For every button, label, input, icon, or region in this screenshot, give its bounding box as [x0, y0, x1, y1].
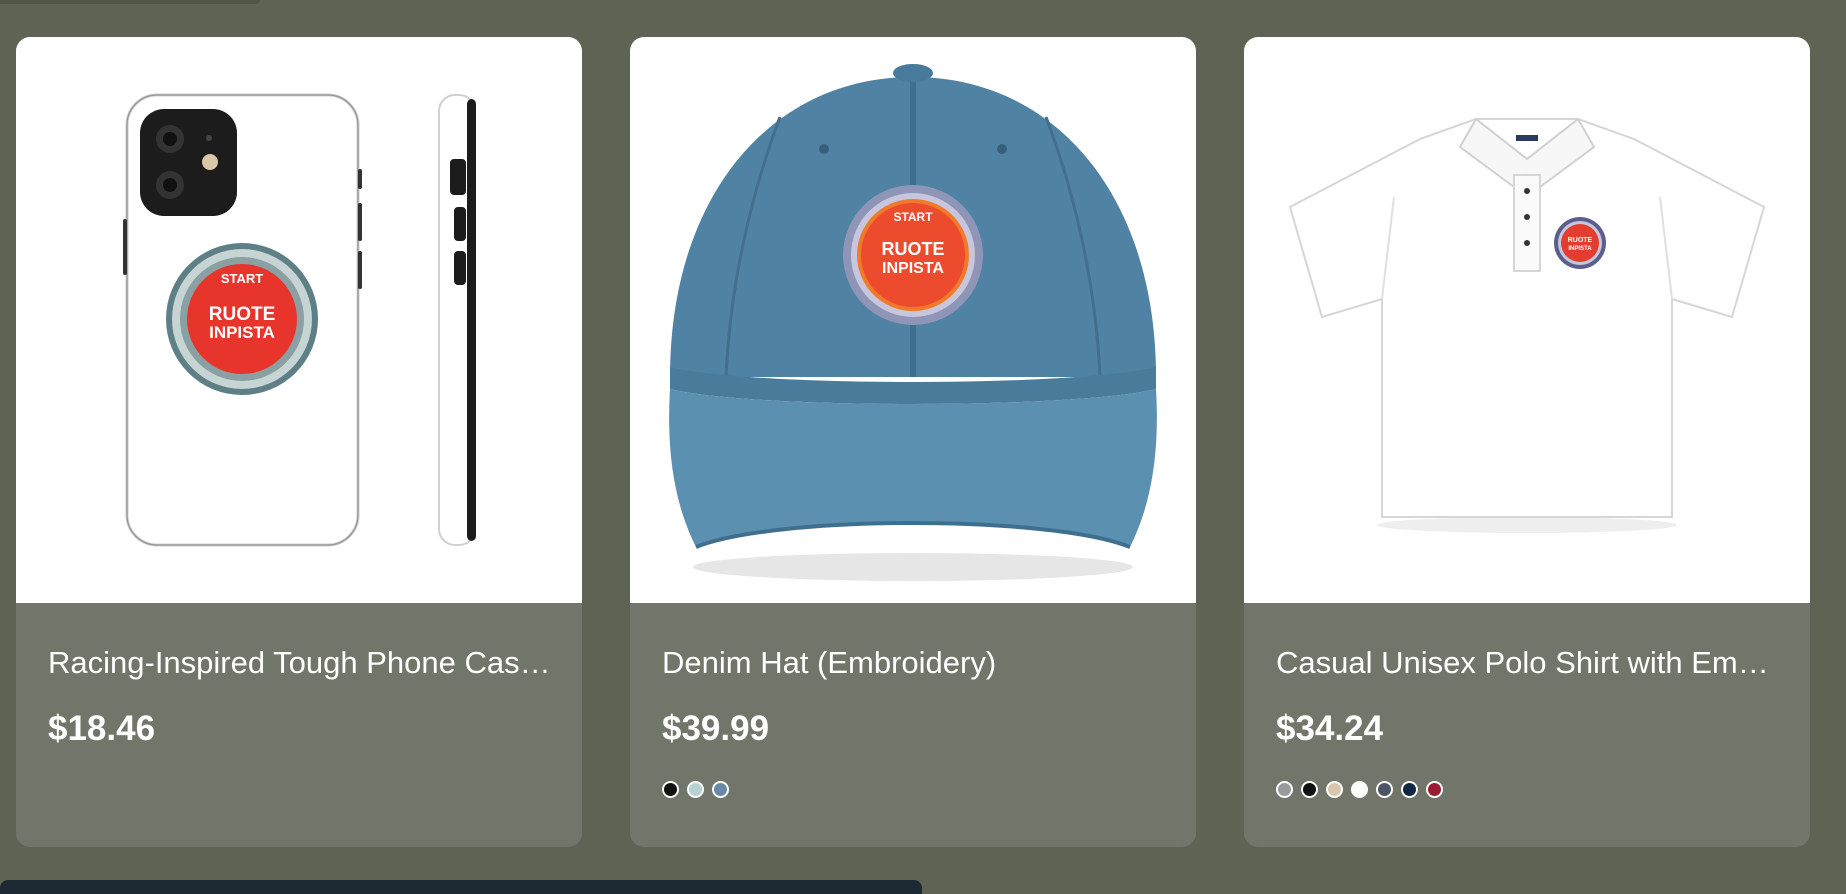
polo-shirt-image: RUOTE INPISTA — [1288, 117, 1766, 533]
badge-text-inpista: INPISTA — [209, 323, 275, 342]
color-swatches — [1276, 781, 1443, 798]
badge-text-start: START — [221, 271, 263, 286]
badge-text-inpista: INPISTA — [1568, 246, 1592, 252]
color-swatch[interactable] — [662, 781, 679, 798]
product-price: $34.24 — [1276, 709, 1384, 748]
product-title[interactable]: Denim Hat (Embroidery) — [662, 645, 1172, 681]
product-price: $39.99 — [662, 709, 770, 748]
color-swatch[interactable] — [1376, 781, 1393, 798]
color-swatches — [662, 781, 729, 798]
color-swatch[interactable] — [1401, 781, 1418, 798]
color-swatch[interactable] — [1426, 781, 1443, 798]
product-title[interactable]: Racing-Inspired Tough Phone Cas… — [48, 645, 558, 681]
product-card[interactable]: RUOTE INPISTA Casual Unisex Polo Shirt w… — [1244, 37, 1810, 847]
product-grid: START RUOTE INPISTA Racing-Inspired Toug… — [16, 37, 1810, 847]
product-price: $18.46 — [48, 709, 156, 748]
product-image[interactable]: RUOTE INPISTA — [1244, 37, 1810, 603]
product-image[interactable]: START RUOTE INPISTA — [16, 37, 582, 603]
color-swatch[interactable] — [1301, 781, 1318, 798]
color-swatch[interactable] — [1326, 781, 1343, 798]
color-swatch[interactable] — [1351, 781, 1368, 798]
product-card[interactable]: START RUOTE INPISTA Racing-Inspired Toug… — [16, 37, 582, 847]
badge-text-inpista: INPISTA — [882, 260, 944, 277]
color-swatch[interactable] — [712, 781, 729, 798]
badge-text-ruote: RUOTE — [882, 239, 945, 259]
badge-text-ruote: RUOTE — [1568, 237, 1593, 244]
product-image[interactable]: START RUOTE INPISTA — [630, 37, 1196, 603]
color-swatch[interactable] — [1276, 781, 1293, 798]
badge-text-ruote: RUOTE — [209, 304, 276, 325]
product-card[interactable]: START RUOTE INPISTA Denim Hat (Embroider… — [630, 37, 1196, 847]
bottom-bar — [0, 880, 922, 894]
phone-case-image: START RUOTE INPISTA — [123, 93, 476, 547]
top-edge — [0, 0, 260, 4]
product-title[interactable]: Casual Unisex Polo Shirt with Em… — [1276, 645, 1786, 681]
color-swatch[interactable] — [687, 781, 704, 798]
badge-text-start: START — [893, 210, 933, 224]
denim-hat-image: START RUOTE INPISTA — [669, 64, 1157, 581]
